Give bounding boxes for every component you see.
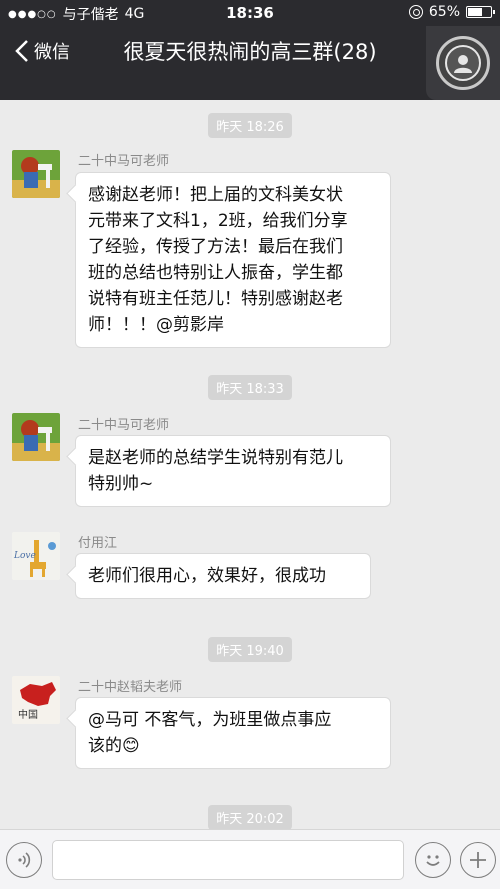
- timestamp: 昨天 18:26: [0, 113, 500, 138]
- input-toolbar: [0, 829, 500, 889]
- person-icon: [445, 45, 481, 81]
- status-bar: ●●●○○ 与子偕老 4G 18:36 65%: [0, 0, 500, 26]
- battery-icon: [466, 6, 495, 18]
- message-text: 元带来了文科1，2班，给我们分享: [88, 211, 348, 231]
- more-button[interactable]: [460, 842, 496, 878]
- message-text: 了经验，传授了方法！最后在我们: [88, 237, 343, 257]
- timestamp: 昨天 18:33: [0, 375, 500, 400]
- message-text: 是赵老师的总结学生说特别有范儿: [88, 448, 343, 468]
- message-text: 特别帅~: [88, 474, 154, 494]
- sender-name: 付用江: [78, 536, 118, 551]
- battery-percent: 65%: [428, 4, 460, 20]
- message-bubble[interactable]: 老师们很用心，效果好，很成功: [75, 553, 371, 599]
- message-text: 该的😊: [88, 736, 140, 756]
- plus-icon: [470, 852, 486, 868]
- chat-title: 很夏天很热闹的高三群(28): [123, 40, 377, 64]
- avatar[interactable]: 中国: [12, 676, 60, 724]
- battery-fill: [468, 8, 482, 16]
- navigation-bar: 微信 很夏天很热闹的高三群(28): [0, 26, 500, 100]
- message-bubble[interactable]: @马可 不客气，为班里做点事应 该的😊: [75, 697, 391, 769]
- voice-input-button[interactable]: [6, 842, 42, 878]
- message-text: 班的总结也特别让人振奋，学生都: [88, 263, 343, 283]
- timestamp: 昨天 19:40: [0, 637, 500, 662]
- back-label: 微信: [34, 42, 70, 63]
- message-text: 师！！！@剪影岸: [88, 315, 224, 335]
- orientation-lock-icon: [408, 5, 423, 19]
- message-text: 老师们很用心，效果好，很成功: [88, 566, 326, 586]
- cartoon-avatar-icon: [12, 413, 60, 461]
- timestamp: 昨天 20:02: [0, 805, 500, 830]
- avatar[interactable]: [12, 150, 60, 198]
- avatar[interactable]: Love: [12, 532, 60, 580]
- china-map-avatar-icon: 中国: [12, 676, 60, 724]
- message-bubble[interactable]: 感谢赵老师！把上届的文科美女状 元带来了文科1，2班，给我们分享 了经验，传授了…: [75, 172, 391, 348]
- back-button[interactable]: 微信: [14, 38, 70, 64]
- emoji-button[interactable]: [415, 842, 451, 878]
- message-text: 说特有班主任范儿！特别感谢赵老: [88, 289, 343, 309]
- message-bubble[interactable]: 是赵老师的总结学生说特别有范儿 特别帅~: [75, 435, 391, 507]
- chevron-left-icon: [15, 40, 28, 62]
- svg-text:Love: Love: [13, 551, 36, 561]
- svg-text:中国: 中国: [18, 708, 38, 721]
- voice-icon: [18, 852, 31, 868]
- sender-name: 二十中马可老师: [78, 418, 170, 433]
- sender-name: 二十中赵韬夫老师: [78, 680, 183, 695]
- message-text: @马可 不客气，为班里做点事应: [88, 710, 332, 730]
- message-text: 感谢赵老师！把上届的文科美女状: [88, 185, 343, 205]
- smile-icon: [426, 855, 440, 866]
- cartoon-avatar-icon: [12, 150, 60, 198]
- group-profile-button[interactable]: [426, 26, 500, 100]
- giraffe-avatar-icon: Love: [12, 532, 60, 580]
- avatar[interactable]: [12, 413, 60, 461]
- message-input[interactable]: [52, 840, 404, 880]
- sender-name: 二十中马可老师: [78, 154, 170, 169]
- top-header: ●●●○○ 与子偕老 4G 18:36 65% 微信 很夏天很热闹的高三群(28…: [0, 0, 500, 100]
